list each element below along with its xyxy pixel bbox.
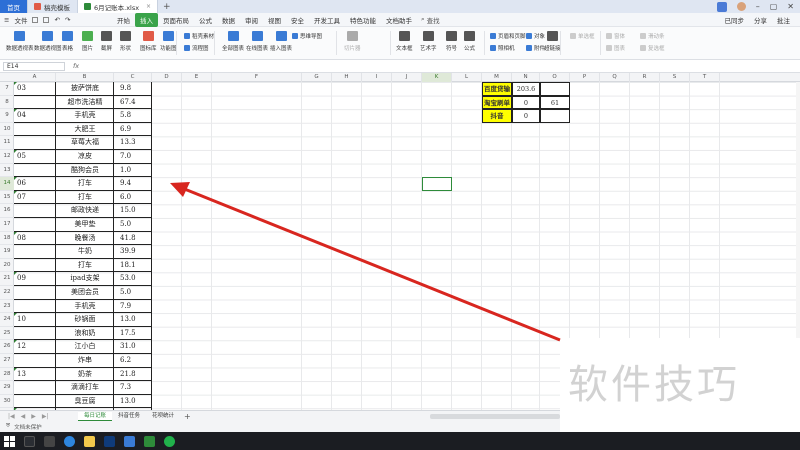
spreadsheet-app: 首页 稿壳模板 6月记账本.xlsx × + – ▢ ✕ ≡ 文件 ↶ ↷ 开始 — [0, 0, 800, 450]
annotation-arrow — [170, 182, 561, 342]
